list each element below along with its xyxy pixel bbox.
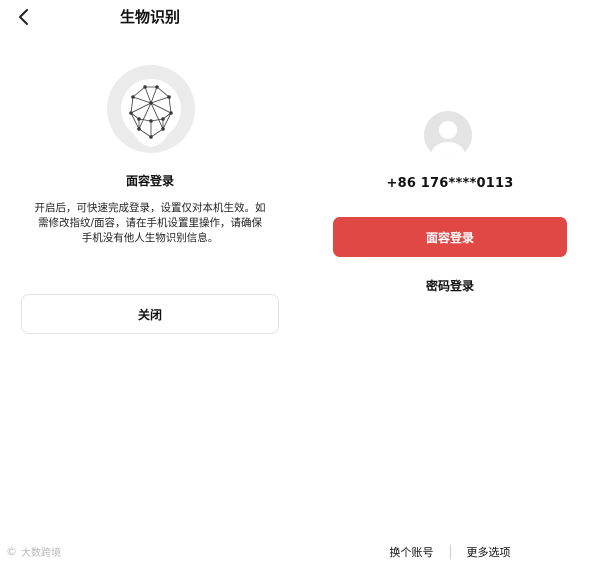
description-line: 手机没有他人生物识别信息。 xyxy=(81,232,219,244)
bottom-links: 换个账号 更多选项 xyxy=(300,544,600,560)
page-title: 生物识别 xyxy=(119,8,180,26)
biometric-settings-screen: 生物识别 面容登录 开启后，可快速完成登录，设置仅对本机生效。如 需修改指纹/面… xyxy=(0,0,300,567)
switch-account-link[interactable]: 换个账号 xyxy=(390,544,434,560)
face-login-button[interactable]: 面容登录 xyxy=(333,217,567,257)
biometric-description: 开启后，可快速完成登录，设置仅对本机生效。如 需修改指纹/面容，请在手机设置里操… xyxy=(24,201,276,246)
watermark-logo-icon: © xyxy=(6,545,17,558)
divider xyxy=(449,545,451,559)
watermark-text: 大数跨境 xyxy=(21,548,61,559)
login-screen: +86 176****0113 面容登录 密码登录 换个账号 更多选项 xyxy=(300,0,600,567)
password-login-link[interactable]: 密码登录 xyxy=(300,277,600,294)
more-options-link[interactable]: 更多选项 xyxy=(467,544,511,560)
description-line: 开启后，可快速完成登录，设置仅对本机生效。如 xyxy=(34,202,266,214)
face-login-title: 面容登录 xyxy=(125,174,174,188)
face-recognition-icon xyxy=(107,65,195,153)
description-line: 需修改指纹/面容，请在手机设置里操作，请确保 xyxy=(37,217,263,229)
phone-number: +86 176****0113 xyxy=(386,176,514,191)
watermark: © 大数跨境 xyxy=(6,544,61,559)
avatar-icon xyxy=(424,111,472,159)
close-button[interactable]: 关闭 xyxy=(21,294,279,334)
